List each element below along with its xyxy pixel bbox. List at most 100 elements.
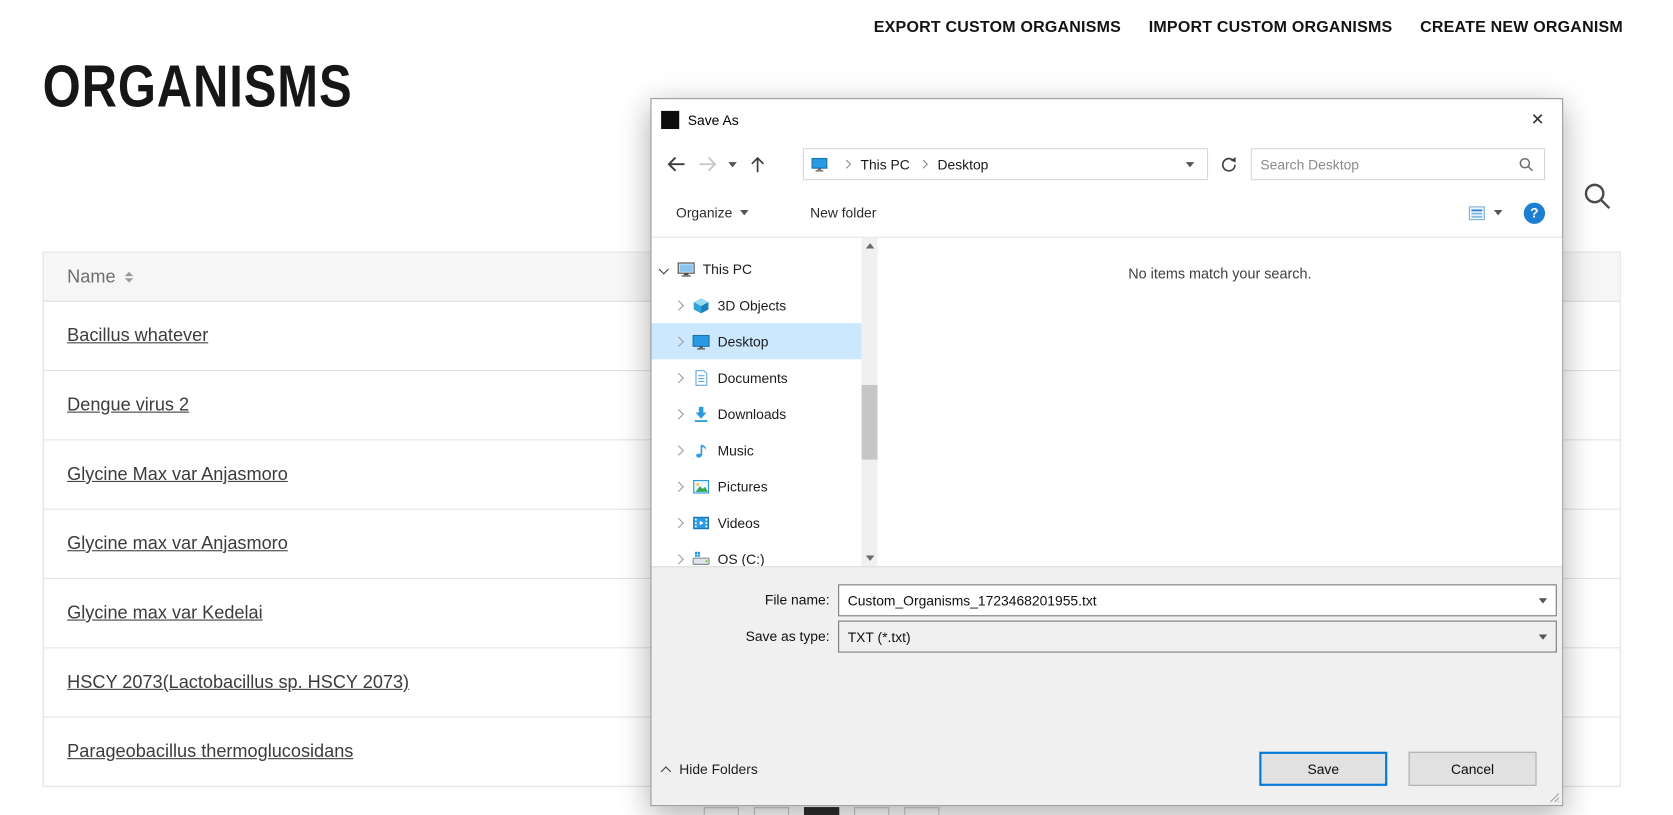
file-name-dropdown-button[interactable] — [1530, 585, 1556, 615]
scroll-up-button[interactable] — [862, 238, 878, 254]
nav-create-new-organism[interactable]: CREATE NEW ORGANISM — [1420, 18, 1623, 36]
recent-locations-button[interactable] — [724, 148, 741, 180]
breadcrumb-this-pc[interactable]: This PC — [857, 156, 913, 172]
monitor-icon — [692, 332, 710, 350]
folder-tree: This PC 3D Objects Desktop Documents — [652, 238, 878, 566]
save-as-dialog: Save As × This PC Desktop — [650, 98, 1563, 806]
organism-link[interactable]: HSCY 2073(Lactobacillus sp. HSCY 2073) — [67, 672, 409, 693]
page-title: ORGANISMS — [43, 51, 353, 120]
dialog-content: This PC 3D Objects Desktop Documents — [652, 238, 1563, 566]
tree-item-this-pc[interactable]: This PC — [652, 251, 862, 287]
video-icon — [692, 513, 710, 531]
triangle-up-icon — [865, 243, 874, 248]
dialog-title: Save As — [688, 111, 739, 127]
tree-item-os-c[interactable]: OS (C:) — [652, 541, 862, 567]
download-icon — [692, 405, 710, 423]
back-button[interactable] — [660, 148, 692, 180]
search-desktop-input[interactable] — [1260, 156, 1517, 172]
name-header-label: Name — [67, 266, 115, 287]
breadcrumb-desktop[interactable]: Desktop — [934, 156, 991, 172]
chevron-collapsed-icon[interactable] — [673, 408, 684, 419]
empty-results-message: No items match your search. — [1128, 266, 1311, 282]
chevron-collapsed-icon[interactable] — [673, 372, 684, 383]
chevron-collapsed-icon[interactable] — [673, 481, 684, 492]
save-as-type-value: TXT (*.txt) — [839, 629, 1530, 645]
screen: ORGANISMS EXPORT CUSTOM ORGANISMS IMPORT… — [0, 0, 1673, 815]
organism-link[interactable]: Glycine max var Anjasmoro — [67, 533, 288, 554]
scroll-down-button[interactable] — [862, 550, 878, 566]
nav-export-custom-organisms[interactable]: EXPORT CUSTOM ORGANISMS — [874, 18, 1121, 36]
chevron-expanded-icon[interactable] — [658, 263, 669, 274]
picture-icon — [692, 477, 710, 495]
dialog-titlebar[interactable]: Save As × — [652, 99, 1563, 140]
tree-item-pictures[interactable]: Pictures — [652, 468, 862, 504]
close-icon: × — [1531, 107, 1543, 132]
hide-folders-button[interactable]: Hide Folders — [662, 752, 758, 786]
music-icon — [692, 441, 710, 459]
toolbar-right-group: ? — [1467, 202, 1545, 223]
chevron-up-icon — [661, 766, 672, 777]
new-folder-button[interactable]: New folder — [810, 205, 876, 221]
chevron-down-icon — [1539, 634, 1548, 639]
organize-label: Organize — [676, 205, 732, 221]
search-icon — [1517, 155, 1535, 173]
back-icon — [663, 151, 689, 177]
up-icon — [746, 153, 768, 175]
scrollbar-thumb[interactable] — [862, 385, 878, 460]
chevron-down-icon — [1186, 162, 1195, 167]
tree-item-documents[interactable]: Documents — [652, 359, 862, 395]
pagination-button[interactable] — [704, 807, 739, 815]
save-as-type-dropdown-button[interactable] — [1530, 622, 1556, 652]
tree-item-downloads[interactable]: Downloads — [652, 396, 862, 432]
chevron-down-icon — [740, 210, 749, 215]
top-nav: EXPORT CUSTOM ORGANISMS IMPORT CUSTOM OR… — [874, 18, 1623, 36]
tree-item-desktop[interactable]: Desktop — [652, 323, 862, 359]
organism-link[interactable]: Bacillus whatever — [67, 325, 208, 346]
sort-icon — [125, 271, 134, 282]
save-button[interactable]: Save — [1259, 752, 1387, 786]
address-row: This PC Desktop — [652, 140, 1563, 189]
breadcrumb: This PC Desktop — [803, 148, 1208, 180]
drive-icon — [692, 550, 710, 567]
change-view-button[interactable] — [1467, 204, 1502, 221]
help-button[interactable]: ? — [1524, 202, 1545, 223]
chevron-collapsed-icon[interactable] — [673, 300, 684, 311]
cube-icon — [692, 296, 710, 314]
chevron-collapsed-icon[interactable] — [673, 336, 684, 347]
address-dropdown-button[interactable] — [1179, 149, 1200, 179]
tree-item-3d-objects[interactable]: 3D Objects — [652, 287, 862, 323]
chevron-collapsed-icon[interactable] — [673, 517, 684, 528]
chevron-down-icon — [728, 162, 737, 167]
search-icon[interactable] — [1579, 179, 1615, 215]
organism-link[interactable]: Parageobacillus thermoglucosidans — [67, 741, 353, 762]
close-button[interactable]: × — [1513, 99, 1562, 140]
dialog-bottom-panel: File name: Save as type: TXT (*.txt) Hid… — [652, 566, 1563, 805]
forward-button[interactable] — [692, 148, 724, 180]
breadcrumb-separator-icon — [842, 160, 851, 169]
triangle-down-icon — [865, 556, 874, 561]
pc-icon — [677, 260, 695, 278]
chevron-collapsed-icon[interactable] — [673, 445, 684, 456]
tree-item-videos[interactable]: Videos — [652, 504, 862, 540]
cancel-button[interactable]: Cancel — [1409, 752, 1537, 786]
organism-link[interactable]: Glycine max var Kedelai — [67, 602, 262, 623]
organize-button[interactable]: Organize — [676, 205, 748, 221]
app-icon — [661, 110, 679, 128]
resize-grip-icon[interactable] — [1545, 788, 1560, 803]
this-pc-icon — [810, 155, 828, 173]
pagination-button[interactable] — [854, 807, 889, 815]
up-button[interactable] — [741, 148, 773, 180]
save-as-type-combo[interactable]: TXT (*.txt) — [838, 621, 1557, 653]
file-list-panel[interactable]: No items match your search. — [878, 238, 1563, 566]
pagination-button-current[interactable] — [804, 807, 839, 815]
nav-import-custom-organisms[interactable]: IMPORT CUSTOM ORGANISMS — [1149, 18, 1393, 36]
pagination-button[interactable] — [904, 807, 939, 815]
organism-link[interactable]: Glycine Max var Anjasmoro — [67, 464, 288, 485]
organism-link[interactable]: Dengue virus 2 — [67, 395, 189, 416]
chevron-collapsed-icon[interactable] — [673, 553, 684, 564]
file-name-input[interactable] — [839, 592, 1530, 608]
refresh-button[interactable] — [1212, 148, 1244, 180]
pagination-button[interactable] — [754, 807, 789, 815]
tree-item-music[interactable]: Music — [652, 432, 862, 468]
tree-scrollbar[interactable] — [862, 238, 878, 566]
